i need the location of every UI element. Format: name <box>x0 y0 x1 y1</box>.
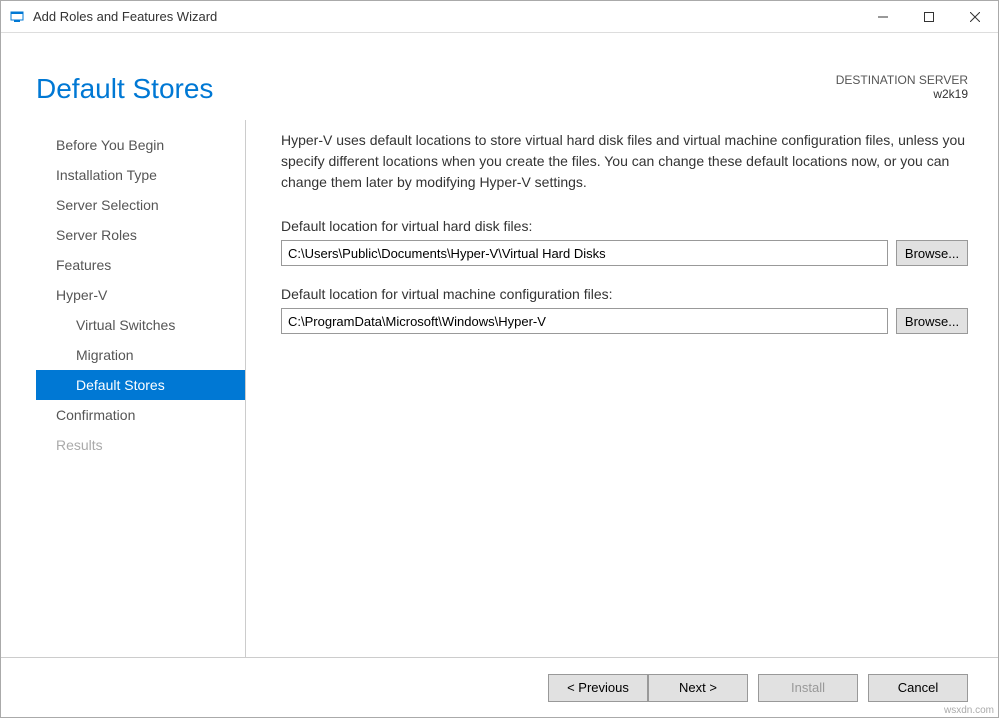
vhd-row: Browse... <box>281 240 968 266</box>
next-button[interactable]: Next > <box>648 674 748 702</box>
main-content: Hyper-V uses default locations to store … <box>246 120 968 657</box>
header-section: Default Stores DESTINATION SERVER w2k19 <box>1 33 998 120</box>
sidebar-item-installation-type[interactable]: Installation Type <box>36 160 245 190</box>
sidebar-item-results: Results <box>36 430 245 460</box>
window-controls <box>860 2 998 32</box>
window-title: Add Roles and Features Wizard <box>33 9 860 24</box>
config-path-input[interactable] <box>281 308 888 334</box>
destination-server: w2k19 <box>836 87 968 101</box>
cancel-button[interactable]: Cancel <box>868 674 968 702</box>
sidebar-item-server-selection[interactable]: Server Selection <box>36 190 245 220</box>
nav-button-group: < Previous Next > <box>548 674 748 702</box>
sidebar-item-confirmation[interactable]: Confirmation <box>36 400 245 430</box>
sidebar-item-hyper-v[interactable]: Hyper-V <box>36 280 245 310</box>
app-icon <box>9 9 25 25</box>
previous-button[interactable]: < Previous <box>548 674 648 702</box>
footer: < Previous Next > Install Cancel <box>1 657 998 717</box>
wizard-window: Add Roles and Features Wizard Default St… <box>0 0 999 718</box>
vhd-path-input[interactable] <box>281 240 888 266</box>
minimize-button[interactable] <box>860 2 906 32</box>
maximize-button[interactable] <box>906 2 952 32</box>
vhd-label: Default location for virtual hard disk f… <box>281 218 968 234</box>
install-button[interactable]: Install <box>758 674 858 702</box>
sidebar-item-migration[interactable]: Migration <box>36 340 245 370</box>
watermark: wsxdn.com <box>944 705 994 716</box>
description-text: Hyper-V uses default locations to store … <box>281 130 968 193</box>
destination-info: DESTINATION SERVER w2k19 <box>836 73 968 101</box>
content-area: Before You BeginInstallation TypeServer … <box>1 120 998 657</box>
sidebar-item-server-roles[interactable]: Server Roles <box>36 220 245 250</box>
sidebar: Before You BeginInstallation TypeServer … <box>36 120 246 657</box>
destination-label: DESTINATION SERVER <box>836 73 968 87</box>
vhd-browse-button[interactable]: Browse... <box>896 240 968 266</box>
sidebar-item-before-you-begin[interactable]: Before You Begin <box>36 130 245 160</box>
sidebar-item-virtual-switches[interactable]: Virtual Switches <box>36 310 245 340</box>
close-button[interactable] <box>952 2 998 32</box>
sidebar-item-default-stores[interactable]: Default Stores <box>36 370 245 400</box>
sidebar-item-features[interactable]: Features <box>36 250 245 280</box>
vhd-location-group: Default location for virtual hard disk f… <box>281 218 968 266</box>
titlebar: Add Roles and Features Wizard <box>1 1 998 33</box>
config-location-group: Default location for virtual machine con… <box>281 286 968 334</box>
config-label: Default location for virtual machine con… <box>281 286 968 302</box>
page-title: Default Stores <box>36 73 213 105</box>
config-row: Browse... <box>281 308 968 334</box>
config-browse-button[interactable]: Browse... <box>896 308 968 334</box>
